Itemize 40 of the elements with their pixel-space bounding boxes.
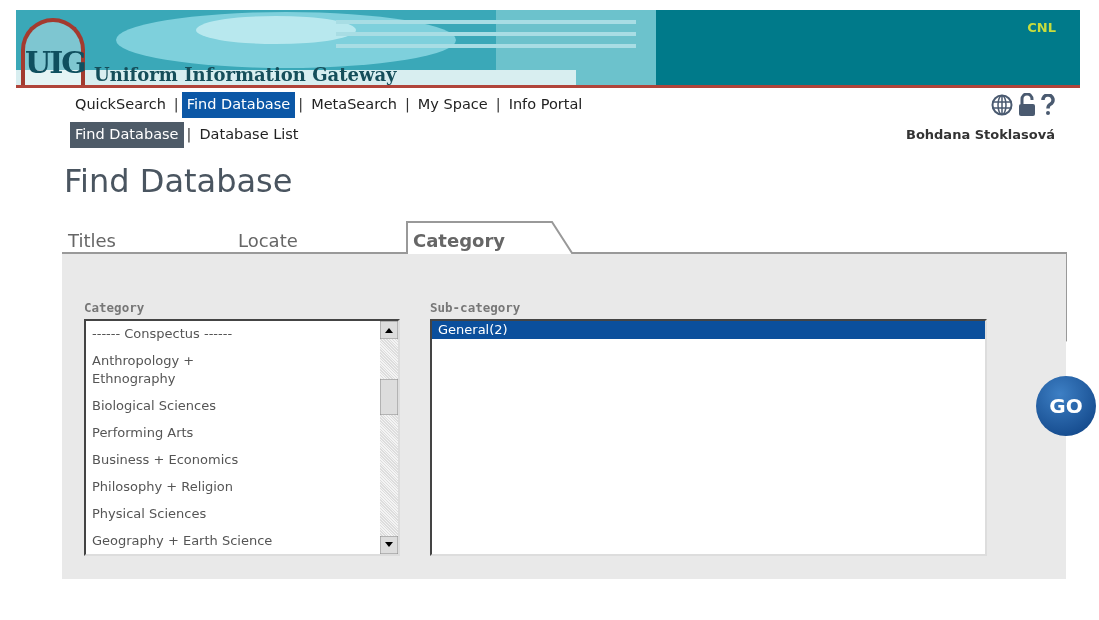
tab[interactable]: Locate bbox=[232, 226, 407, 254]
scroll-down-icon[interactable] bbox=[380, 535, 398, 554]
category-option[interactable]: Anthropology + Ethnography bbox=[86, 351, 276, 388]
separator: | bbox=[494, 95, 502, 115]
scroll-thumb[interactable] bbox=[380, 379, 398, 416]
subnav-link[interactable]: Find Database bbox=[70, 121, 184, 148]
padlock-icon[interactable] bbox=[1017, 92, 1037, 117]
category-option[interactable]: Geography + Earth Science bbox=[86, 531, 380, 550]
go-button[interactable]: GO bbox=[1036, 375, 1096, 436]
site-title: Uniform Information Gateway bbox=[94, 64, 397, 85]
nav-link[interactable]: MetaSearch bbox=[306, 92, 402, 118]
nav-link[interactable]: QuickSearch bbox=[70, 92, 171, 118]
nav-link[interactable]: Info Portal bbox=[503, 92, 588, 118]
separator: | bbox=[172, 95, 180, 115]
subcategory-option[interactable]: General(2) bbox=[432, 320, 985, 339]
category-list[interactable]: ------ Conspectus ------ Anthropology + Ethnography Biological Sciences Performing Arts Business + Economics Philosophy + Religion Physical Sciences Geography + Earth Science bbox=[84, 318, 400, 556]
category-option[interactable]: Performing Arts bbox=[86, 423, 380, 442]
globe-icon[interactable] bbox=[991, 93, 1013, 116]
subcategory-list[interactable]: General(2) bbox=[430, 318, 987, 556]
organization-label: CNL bbox=[1027, 19, 1056, 37]
nav-link[interactable]: My Space bbox=[412, 92, 493, 118]
tab[interactable]: Titles bbox=[62, 226, 232, 254]
field-label: Sub-category bbox=[430, 299, 522, 315]
page-title: Find Database bbox=[64, 161, 294, 200]
separator: | bbox=[185, 124, 193, 145]
category-option[interactable]: ------ Conspectus ------ bbox=[86, 324, 380, 343]
help-icon[interactable] bbox=[1041, 93, 1055, 116]
category-option[interactable]: Physical Sciences bbox=[86, 504, 380, 523]
field-label: Category bbox=[84, 299, 146, 315]
scroll-up-icon[interactable] bbox=[380, 320, 398, 339]
nav-link[interactable]: Find Database bbox=[181, 92, 296, 118]
category-option[interactable]: Business + Economics bbox=[86, 450, 380, 469]
separator: | bbox=[403, 95, 411, 115]
tab[interactable]: Category bbox=[407, 222, 567, 254]
separator: | bbox=[297, 95, 305, 115]
user-name: Bohdana Stoklasová bbox=[905, 125, 1055, 144]
subnav-link[interactable]: Database List bbox=[194, 121, 304, 148]
scrollbar[interactable] bbox=[380, 320, 398, 554]
category-option[interactable]: Philosophy + Religion bbox=[86, 477, 380, 496]
category-option[interactable]: Biological Sciences bbox=[86, 396, 380, 415]
